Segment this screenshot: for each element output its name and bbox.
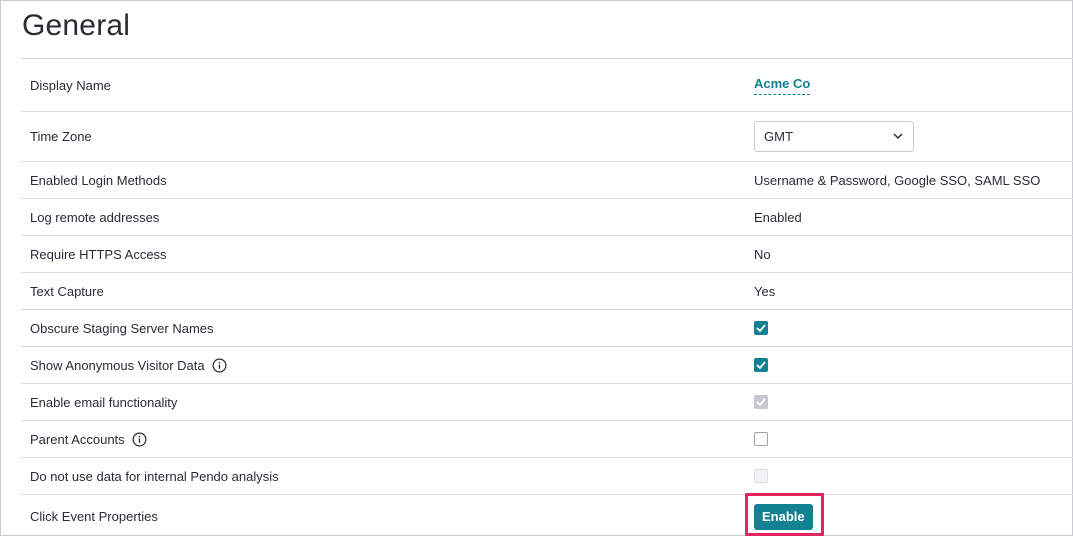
email-functionality-value-wrap [754,395,768,409]
setting-row-time-zone: Time Zone GMT [21,111,1073,161]
check-icon [756,398,766,406]
time-zone-label: Time Zone [30,129,92,144]
obscure-staging-checkbox[interactable] [754,321,768,335]
setting-row-text-capture: Text Capture Yes [21,272,1073,309]
time-zone-select[interactable]: GMT [754,121,914,152]
display-name-editable[interactable]: Acme Co [754,76,811,95]
obscure-staging-value-wrap [754,321,768,335]
setting-row-obscure-staging: Obscure Staging Server Names [21,309,1073,346]
anonymous-visitor-label: Show Anonymous Visitor Data [30,357,205,373]
email-functionality-label: Enable email functionality [30,394,178,410]
click-event-label: Click Event Properties [30,509,158,524]
parent-accounts-value-wrap [754,432,768,446]
setting-row-parent-accounts: Parent Accounts [21,420,1073,457]
setting-row-internal-analysis: Do not use data for internal Pendo analy… [21,457,1073,494]
setting-row-log-remote: Log remote addresses Enabled [21,198,1073,235]
info-circle-icon[interactable] [132,432,147,447]
internal-analysis-value-wrap [754,469,768,483]
text-capture-label: Text Capture [30,283,104,299]
display-name-value-wrap: Acme Co [754,76,811,95]
log-remote-label: Log remote addresses [30,209,160,225]
display-name-label: Display Name [30,77,111,93]
page-title: General [22,9,131,42]
parent-accounts-label-wrap: Parent Accounts [30,432,147,447]
info-circle-icon[interactable] [212,358,227,373]
anonymous-visitor-checkbox[interactable] [754,358,768,372]
setting-row-display-name: Display Name Acme Co [21,58,1073,111]
anonymous-visitor-value-wrap [754,358,768,372]
internal-analysis-checkbox [754,469,768,483]
check-icon [756,361,766,369]
highlight-box [745,493,824,536]
settings-table: Display Name Acme Co Time Zone GMT Enabl… [21,58,1073,538]
time-zone-selected-value: GMT [764,129,793,144]
login-methods-value: Username & Password, Google SSO, SAML SS… [754,172,1041,188]
email-functionality-checkbox [754,395,768,409]
setting-row-email-functionality: Enable email functionality [21,383,1073,420]
anonymous-visitor-label-wrap: Show Anonymous Visitor Data [30,358,227,373]
login-methods-label: Enabled Login Methods [30,172,167,188]
log-remote-value: Enabled [754,209,802,225]
obscure-staging-label: Obscure Staging Server Names [30,320,214,336]
time-zone-value-wrap: GMT [754,121,914,152]
setting-row-anonymous-visitor: Show Anonymous Visitor Data [21,346,1073,383]
settings-panel: General Display Name Acme Co Time Zone G… [0,0,1073,536]
https-label: Require HTTPS Access [30,246,167,262]
parent-accounts-label: Parent Accounts [30,431,125,447]
chevron-down-icon [893,133,903,140]
parent-accounts-checkbox[interactable] [754,432,768,446]
https-value: No [754,246,771,262]
check-icon [756,324,766,332]
setting-row-https: Require HTTPS Access No [21,235,1073,272]
internal-analysis-label: Do not use data for internal Pendo analy… [30,468,279,484]
setting-row-login-methods: Enabled Login Methods Username & Passwor… [21,161,1073,198]
setting-row-click-event: Click Event Properties Enable [21,494,1073,538]
text-capture-value: Yes [754,283,776,299]
